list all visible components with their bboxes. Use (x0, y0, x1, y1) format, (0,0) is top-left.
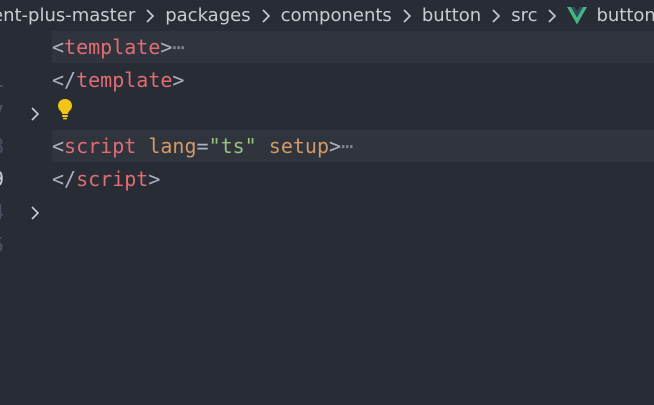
chevron-right-icon (400, 0, 414, 31)
breadcrumb-item-src[interactable]: src (511, 0, 537, 31)
gutter-row: 8 (0, 97, 52, 158)
code-editor: ent-plus-master packages components butt… (0, 0, 654, 405)
breadcrumb: ent-plus-master packages components butt… (0, 0, 654, 31)
gutter-row: 5 (0, 196, 52, 257)
chevron-right-icon (489, 0, 503, 31)
code-line[interactable]: </template> (52, 64, 184, 97)
breadcrumb-item-button[interactable]: button (422, 0, 481, 31)
code-line[interactable]: </script> (52, 163, 160, 196)
breadcrumb-row: ent-plus-master packages components butt… (0, 0, 654, 31)
breadcrumb-item-root[interactable]: ent-plus-master (0, 0, 135, 31)
chevron-right-icon (143, 0, 157, 31)
code-punctuation: </ (52, 167, 77, 191)
code-tag-name: template (76, 68, 173, 92)
folded-region-ellipsis[interactable]: ⋯ (172, 35, 184, 59)
code-punctuation: < (52, 134, 65, 158)
chevron-right-icon (545, 0, 559, 31)
chevron-right-icon (259, 0, 273, 31)
code-punctuation: > (148, 167, 161, 191)
code-punctuation: < (52, 35, 65, 59)
gutter-row: 1 (0, 31, 52, 121)
code-punctuation: </ (52, 68, 77, 92)
gutter-row: 7 (0, 64, 52, 125)
gutter-row: 9 (0, 130, 52, 220)
breadcrumb-item-components[interactable]: components (281, 0, 392, 31)
code-tag-name: script (76, 167, 149, 191)
code-punctuation: > (160, 35, 173, 59)
code-tag-name: script (64, 134, 137, 158)
code-attribute-name: lang (148, 134, 197, 158)
code-punctuation: = (196, 134, 209, 158)
line-number: 5 (0, 229, 16, 262)
code-attribute-name: setup (268, 134, 329, 158)
folded-region-ellipsis[interactable]: ⋯ (341, 134, 353, 158)
breadcrumb-item-packages[interactable]: packages (165, 0, 250, 31)
code-line[interactable]: <script lang="ts" setup>⋯ (52, 130, 353, 163)
code-punctuation: > (172, 68, 185, 92)
breadcrumb-item-file[interactable]: button.vue (596, 0, 654, 31)
vue-logo-icon (567, 6, 588, 25)
code-string-value: "ts" (208, 134, 257, 158)
code-punctuation: > (329, 134, 342, 158)
code-line[interactable]: <template>⋯ (52, 31, 184, 64)
code-tag-name: template (64, 35, 161, 59)
gutter-row: 4 (0, 163, 52, 224)
lightbulb-icon[interactable] (56, 98, 74, 120)
